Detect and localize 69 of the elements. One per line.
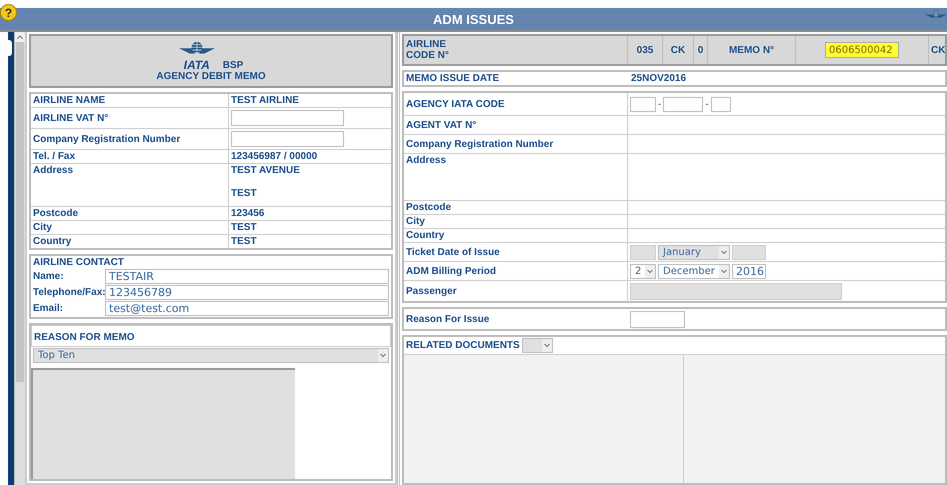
caret-icon [645,264,655,278]
separator-text: - [658,98,662,110]
field-label: MEMO ISSUE DATE [406,73,500,84]
field-label: Company Registration Number [33,134,182,144]
logo-text: IATA [184,58,210,70]
field-label: Ticket Date of Issue [406,246,500,258]
field-value: 123456987 / 00000 [231,151,318,162]
field-label: Telephone/Fax: [33,287,105,298]
input-field[interactable]: TESTAIR [105,269,389,284]
input-field[interactable] [710,96,731,112]
field-value: 25NOV2016 [631,73,688,84]
airline-code: 035 [636,44,654,56]
scrollbar[interactable] [14,32,25,485]
input-field[interactable] [630,310,685,328]
help-icon[interactable]: ? [0,4,17,21]
month-select[interactable]: 2 [630,264,656,278]
caret-icon [719,246,729,258]
field-value: TEST AIRLINE [231,95,300,106]
field-label: Address [33,165,74,176]
field-label: Country [406,230,444,241]
field-label: Reason For Issue [406,314,490,324]
field-label: AIRLINE VAT N° [33,112,110,124]
field-label: AGENCY IATA CODE [406,98,505,110]
header-subtitle: AGENCY DEBIT MEMO [156,70,266,82]
field-value: TEST [231,188,258,199]
reason-select[interactable]: Top Ten [33,348,389,363]
separator-text: - [705,98,709,110]
input-field[interactable] [231,131,344,147]
brand-text: BSP [222,60,244,70]
field-value: 123456 [231,208,266,219]
field-label: MEMO N° [728,44,774,56]
input-field[interactable] [630,96,656,112]
input-field[interactable]: 2016 [732,264,766,278]
section-title: RELATED DOCUMENTS [406,340,520,351]
check-digit: 0 [698,44,704,56]
field-value: TEST [231,222,258,233]
document-select[interactable] [522,338,553,353]
field-label: Email: [33,303,64,314]
field-label: Address [406,155,446,166]
window-title: ADM ISSUES [433,12,514,26]
field-label: Postcode [33,208,80,219]
field-label: Name: [33,271,65,282]
list-box[interactable] [31,368,295,479]
section-title: AIRLINE CONTACT [33,257,125,268]
field-label: AGENT VAT N° [406,120,476,130]
field-label: Tel. / Fax [33,151,76,162]
check-label: CK [931,44,946,56]
input-field[interactable]: test@test.com [105,301,389,316]
field-label: AIRLINE NAME [33,95,106,106]
field-label: AIRLINE CODE N° [406,39,450,61]
field-value: TEST [231,236,258,247]
month-select[interactable]: December [658,264,730,278]
field-value: TEST AVENUE [231,165,301,176]
caret-icon [378,349,388,362]
field-label: Postcode [406,202,452,213]
caret-icon [542,339,552,352]
input-field[interactable] [663,96,704,112]
input-field[interactable] [231,110,344,126]
field-label: Country [33,236,72,247]
field-label: City [406,216,425,227]
field-label: City [33,222,53,233]
caret-icon [719,264,729,278]
field-label: Passenger [406,286,457,296]
field-label: ADM Billing Period [406,266,496,276]
section-title: REASON FOR MEMO [34,332,135,343]
input-field[interactable]: 123456789 [105,285,389,300]
field-label: Company Registration Number [406,138,554,150]
memo-number-field[interactable]: 0606500042 [825,42,899,58]
check-label: CK [670,44,686,56]
